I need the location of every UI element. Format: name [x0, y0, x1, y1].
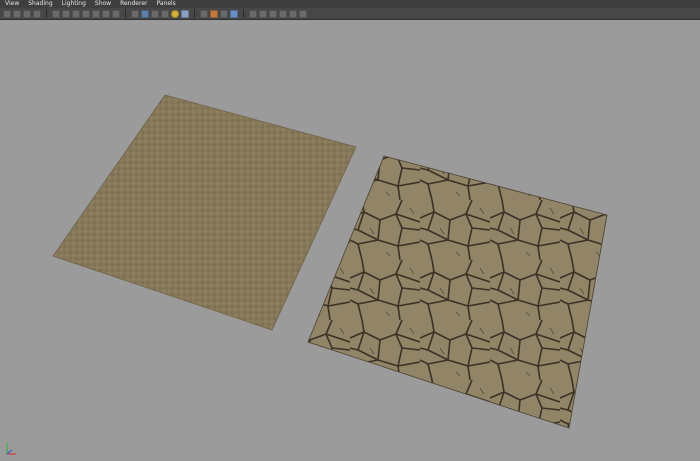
depth-of-field-icon[interactable] [299, 9, 307, 18]
grid-toggle-icon[interactable] [52, 9, 60, 18]
toolbar-separator [194, 9, 195, 18]
gate-mask-icon[interactable] [82, 9, 90, 18]
menu-view[interactable]: View [5, 0, 19, 8]
textured-icon[interactable] [181, 9, 189, 18]
image-plane-icon[interactable] [33, 9, 41, 18]
select-camera-icon[interactable] [3, 9, 11, 18]
bounding-box-icon[interactable] [151, 9, 159, 18]
film-gate-icon[interactable] [62, 9, 70, 18]
flat-shade-icon[interactable] [161, 9, 169, 18]
plane-left-fine-texture[interactable] [52, 94, 357, 331]
menu-show[interactable]: Show [95, 0, 111, 8]
toolbar-separator [243, 9, 244, 18]
toolbar-separator [125, 9, 126, 18]
motion-blur-icon[interactable] [279, 9, 287, 18]
menu-renderer[interactable]: Renderer [120, 0, 147, 8]
xray-icon[interactable] [220, 9, 228, 18]
menu-shading[interactable]: Shading [28, 0, 52, 8]
safe-action-icon[interactable] [102, 9, 110, 18]
shadows-icon[interactable] [210, 9, 218, 18]
xray-joints-icon[interactable] [230, 9, 238, 18]
3d-viewport[interactable] [0, 20, 700, 461]
viewport-menu-bar: View Shading Lighting Show Renderer Pane… [0, 0, 700, 8]
plane-right-cracked-earth[interactable] [307, 155, 608, 429]
field-chart-icon[interactable] [92, 9, 100, 18]
camera-attributes-icon[interactable] [13, 9, 21, 18]
viewport-toolbar [0, 8, 700, 20]
lights-icon[interactable] [200, 9, 208, 18]
smooth-shade-icon[interactable] [141, 9, 149, 18]
view-axis-gizmo-icon [6, 443, 16, 455]
menu-panels[interactable]: Panels [156, 0, 175, 8]
anti-aliasing-icon[interactable] [289, 9, 297, 18]
resolution-gate-icon[interactable] [72, 9, 80, 18]
wireframe-icon[interactable] [131, 9, 139, 18]
safe-title-icon[interactable] [112, 9, 120, 18]
toolbar-separator [46, 9, 47, 18]
bookmark-icon[interactable] [23, 9, 31, 18]
viewport-scene [52, 94, 608, 429]
isolate-select-icon[interactable] [249, 9, 257, 18]
use-default-material-icon[interactable] [171, 9, 179, 18]
screen-space-ao-icon[interactable] [269, 9, 277, 18]
menu-lighting[interactable]: Lighting [62, 0, 86, 8]
high-quality-icon[interactable] [259, 9, 267, 18]
